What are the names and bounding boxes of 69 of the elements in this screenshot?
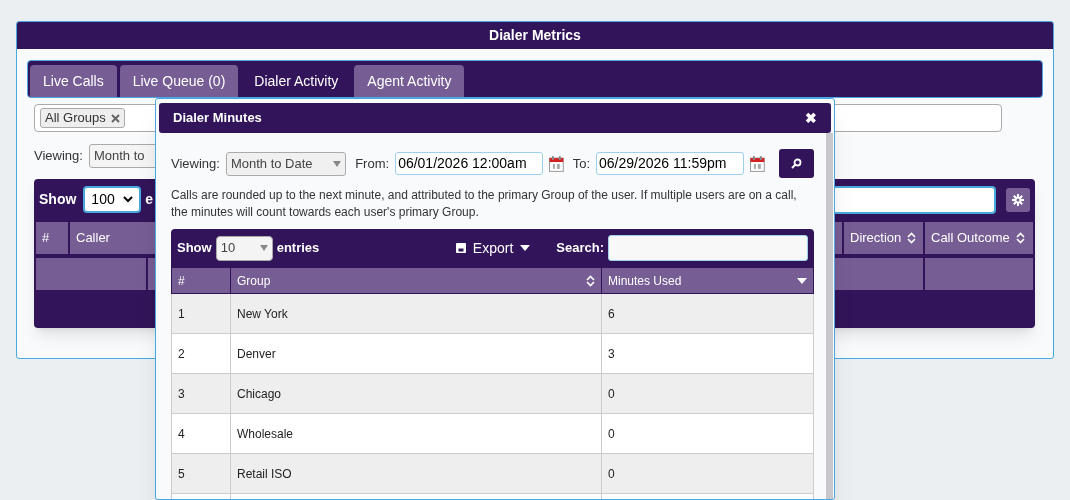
- table-cell-text: 2: [177, 345, 186, 363]
- to-date-field[interactable]: 06/29/2026 11:59pm: [596, 152, 744, 175]
- page-size-select[interactable]: 100: [83, 186, 142, 213]
- column-label: #: [42, 229, 50, 248]
- table-cell: Wholesale: [230, 414, 601, 453]
- caret-icon: [333, 160, 342, 167]
- table-cell-text: 3: [177, 385, 186, 403]
- column-label: #: [178, 272, 185, 290]
- column-label: Call Outcome: [931, 229, 1010, 248]
- calendar-icon: [749, 155, 765, 172]
- column-header[interactable]: Call Outcome: [925, 222, 1033, 254]
- column-label: Minutes Used: [608, 272, 682, 290]
- from-label: From:: [355, 154, 390, 173]
- from-date-field[interactable]: 06/01/2026 12:00am: [395, 152, 543, 175]
- page-size-value: 10: [220, 239, 236, 258]
- tab[interactable]: Agent Activity: [354, 65, 465, 97]
- search-label: Search:: [556, 239, 604, 258]
- table-cell: 0: [601, 374, 813, 413]
- filter-tag[interactable]: All Groups: [40, 108, 125, 128]
- column-label: Direction: [850, 229, 902, 248]
- column-header[interactable]: #: [172, 268, 230, 293]
- viewing-select[interactable]: Month to Date: [225, 151, 347, 176]
- note-text: Calls are rounded up to the next minute, and attributed to the primary Group of the user. If multiple users are on a call, the minutes will count towards each user's primary Group.: [171, 187, 798, 221]
- save-icon: [455, 243, 466, 253]
- table-cell-text: 1: [177, 305, 186, 323]
- tag-label: All Groups: [45, 109, 106, 128]
- column-header[interactable]: Minutes Used: [601, 268, 813, 293]
- scrollbar[interactable]: [826, 133, 833, 499]
- tab[interactable]: Live Queue (0): [119, 65, 239, 97]
- table-cell: Denver: [230, 334, 601, 373]
- entries-label: entries: [276, 239, 320, 258]
- settings-icon: [1012, 193, 1024, 206]
- close-button[interactable]: ✖: [805, 107, 817, 129]
- column-label: Group: [237, 272, 271, 290]
- table-cell: Retail ISO: [230, 454, 601, 493]
- table-cell: 3: [601, 334, 813, 373]
- caret-icon: [259, 245, 268, 251]
- column-header[interactable]: #: [36, 222, 68, 254]
- table-cell: New York: [230, 294, 601, 333]
- dialog-title: Dialer Minutes: [173, 109, 262, 128]
- select-value: Month to: [93, 147, 145, 166]
- table-cell: 0: [601, 414, 813, 453]
- page-size-value: 100: [91, 190, 115, 209]
- table-cell: Chicago: [230, 374, 601, 413]
- table-cell-text: 4: [177, 425, 186, 443]
- table-cell-text: 5: [177, 465, 186, 483]
- export-button[interactable]: Export: [455, 237, 531, 259]
- to-label: To:: [572, 154, 590, 173]
- column-header[interactable]: Group: [230, 268, 601, 293]
- caret-icon: [520, 245, 531, 251]
- tab[interactable]: Live Calls: [30, 65, 117, 97]
- entries-label: e: [145, 190, 154, 209]
- search-icon: [790, 158, 802, 169]
- caret-icon: [123, 196, 134, 203]
- search-field[interactable]: [608, 235, 808, 261]
- show-label: Show: [177, 239, 212, 258]
- select-value: Month to Date: [230, 154, 313, 173]
- remove-icon: [110, 113, 120, 123]
- column-header[interactable]: Direction: [844, 222, 923, 254]
- settings-button[interactable]: [1006, 187, 1030, 212]
- table-cell: 6: [601, 294, 813, 333]
- viewing-label: Viewing:: [34, 147, 83, 166]
- column-label: Caller: [76, 229, 110, 248]
- window-title: Dialer Metrics: [17, 22, 1053, 49]
- search-button[interactable]: [778, 149, 814, 178]
- table-cell: 0: [601, 454, 813, 493]
- calendar-icon: [548, 155, 564, 172]
- page-size-select[interactable]: 10: [215, 235, 273, 261]
- show-label: Show: [39, 190, 77, 209]
